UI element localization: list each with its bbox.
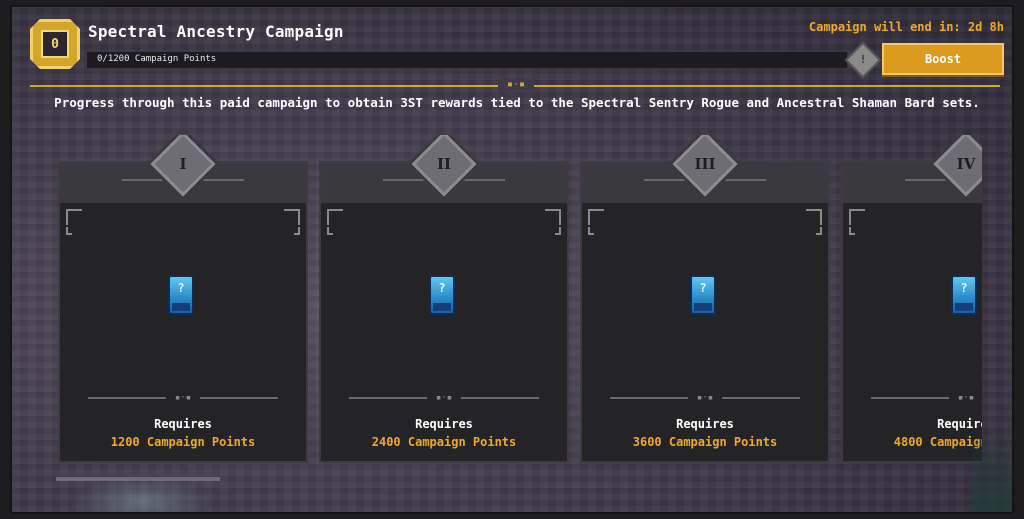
card-divider-ornament-icon: ▪·▪: [688, 393, 722, 403]
requires-label: Requires: [415, 417, 473, 431]
corner-ornament-icon: [588, 209, 604, 225]
background-foliage: [972, 427, 1012, 512]
campaign-header: 0 Spectral Ancestry Campaign Campaign wi…: [12, 7, 1012, 95]
tier-numeral: III: [694, 155, 716, 173]
carousel-scrollbar[interactable]: [56, 477, 220, 481]
reward-tier-card[interactable]: III ? ▪·▪ Requires 3600 Campaign Points: [580, 135, 830, 463]
card-divider-ornament-icon: ▪·▪: [166, 393, 200, 403]
reward-tier-card[interactable]: I ? ▪·▪ Requires 1200 Campaign Points: [58, 135, 308, 463]
mystery-reward-icon[interactable]: ?: [690, 275, 716, 315]
corner-ornament-icon: [816, 227, 822, 235]
campaign-title: Spectral Ancestry Campaign: [88, 22, 344, 41]
boost-button[interactable]: Boost: [882, 43, 1004, 75]
mystery-reward-icon[interactable]: ?: [429, 275, 455, 315]
lock-glyph: !: [859, 53, 867, 66]
corner-ornament-icon: [555, 227, 561, 235]
campaign-level-badge: 0: [30, 19, 80, 69]
corner-ornament-icon: [294, 227, 300, 235]
mystery-glyph: ?: [177, 281, 185, 295]
card-divider-ornament-icon: ▪·▪: [427, 393, 461, 403]
reward-tiers-carousel: I ? ▪·▪ Requires 1200 Campaign Points II…: [12, 135, 982, 475]
requires-label: Requires: [154, 417, 212, 431]
corner-ornament-icon: [588, 227, 594, 235]
requires-value: 2400 Campaign Points: [371, 435, 517, 449]
mystery-reward-icon[interactable]: ?: [951, 275, 977, 315]
mystery-glyph: ?: [699, 281, 707, 295]
corner-ornament-icon: [66, 209, 82, 225]
mystery-glyph: ?: [438, 281, 446, 295]
campaign-panel: 0 Spectral Ancestry Campaign Campaign wi…: [10, 5, 1014, 514]
corner-ornament-icon: [806, 209, 822, 225]
background-glow: [72, 477, 212, 512]
divider-ornament-icon: ▪·▪: [498, 79, 534, 91]
reward-tier-card[interactable]: IV ? ▪·▪ Requires 4800 Campaign Points: [841, 135, 982, 463]
tier-numeral: II: [436, 155, 452, 173]
campaign-countdown: Campaign will end in: 2d 8h: [808, 20, 1004, 34]
campaign-progress-text: 0/1200 Campaign Points: [97, 54, 217, 64]
card-divider-ornament-icon: ▪·▪: [949, 393, 982, 403]
tier-numeral: IV: [956, 155, 976, 173]
mystery-reward-icon[interactable]: ?: [168, 275, 194, 315]
corner-ornament-icon: [66, 227, 72, 235]
corner-ornament-icon: [327, 209, 343, 225]
campaign-description: Progress through this paid campaign to o…: [54, 95, 980, 110]
corner-ornament-icon: [284, 209, 300, 225]
campaign-progress-bar: 0/1200 Campaign Points: [86, 51, 848, 69]
corner-ornament-icon: [545, 209, 561, 225]
tier-numeral: I: [179, 155, 187, 173]
badge-value: 0: [41, 30, 69, 58]
requires-label: Requires: [676, 417, 734, 431]
corner-ornament-icon: [849, 227, 855, 235]
reward-tier-card[interactable]: II ? ▪·▪ Requires 2400 Campaign Points: [319, 135, 569, 463]
requires-value: 3600 Campaign Points: [632, 435, 778, 449]
mystery-glyph: ?: [960, 281, 968, 295]
corner-ornament-icon: [327, 227, 333, 235]
next-tier-lock-icon: !: [844, 41, 882, 79]
requires-label: Requires: [937, 417, 982, 431]
requires-value: 4800 Campaign Points: [893, 435, 982, 449]
corner-ornament-icon: [849, 209, 865, 225]
requires-value: 1200 Campaign Points: [110, 435, 256, 449]
